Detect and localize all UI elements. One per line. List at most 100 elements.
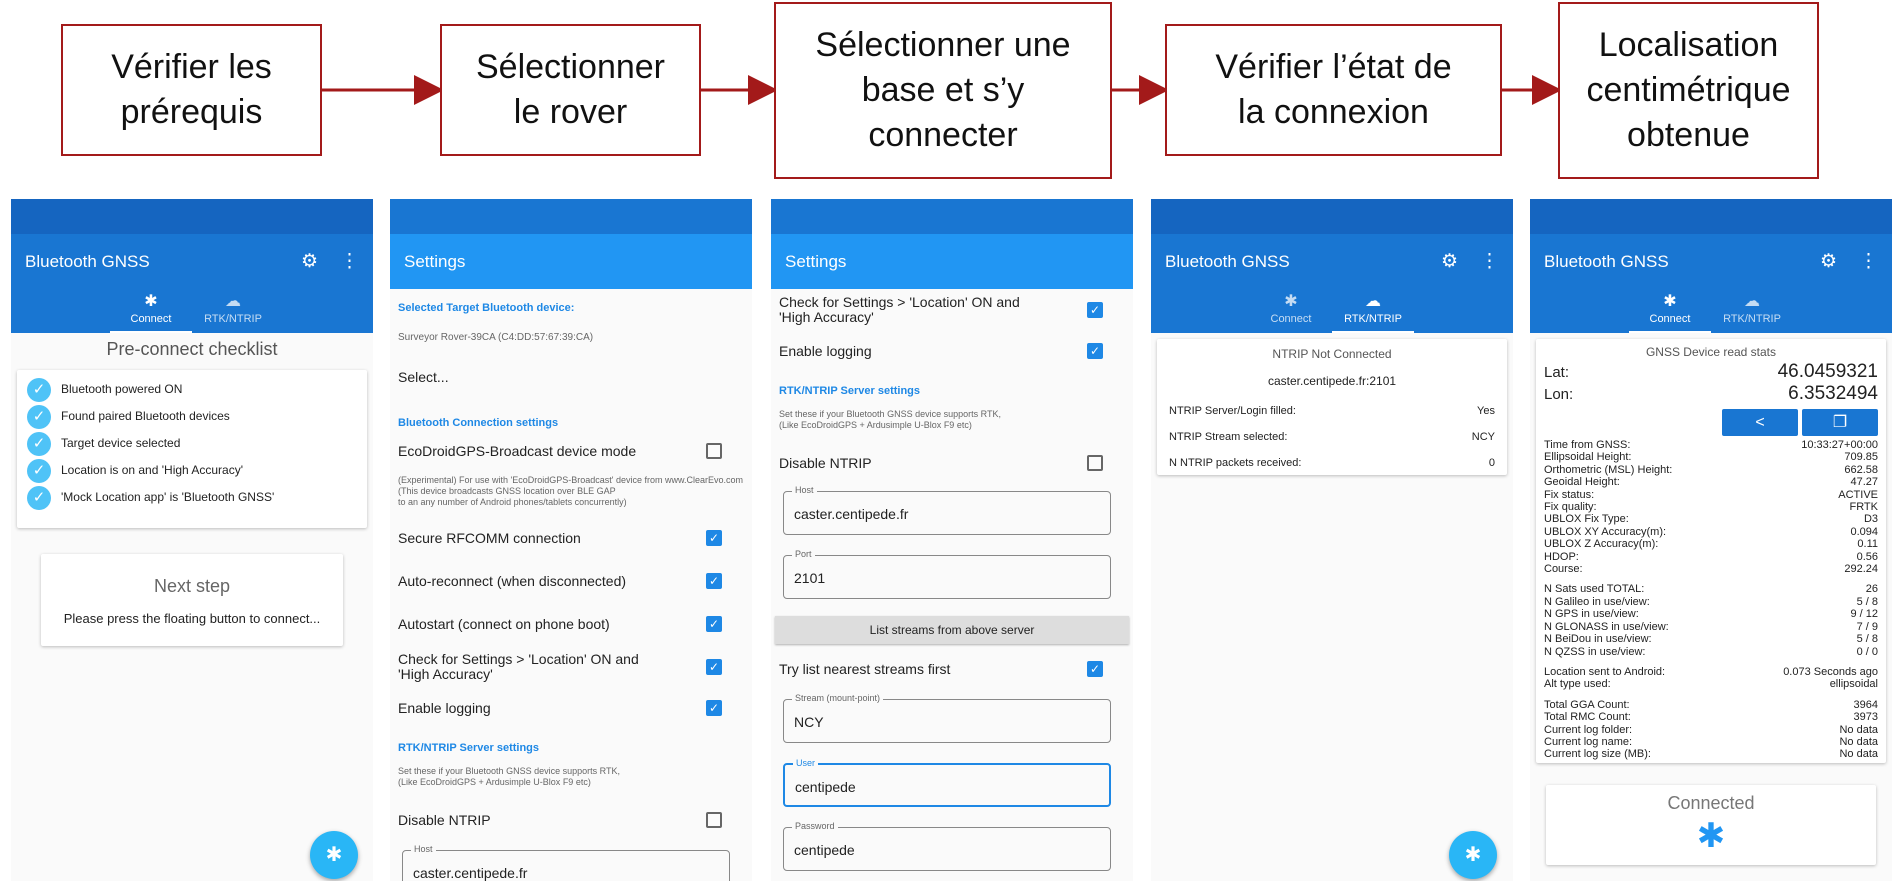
check-location-label: Check for Settings > 'Location' ON and '…: [779, 294, 1020, 325]
password-field[interactable]: Password centipede: [783, 821, 1111, 871]
stat-label: Current log size (MB):: [1544, 748, 1651, 761]
user-field-label: User: [793, 758, 819, 768]
lat-label: Lat:: [1544, 363, 1570, 381]
connect-fab[interactable]: ✱: [1449, 831, 1497, 879]
auto-reconnect-setting[interactable]: Auto-reconnect (when disconnected) ✓: [398, 573, 744, 589]
stat-row: N GLONASS in use/view: 7 / 9: [1544, 621, 1878, 633]
bluetooth-icon: ✱: [1284, 293, 1298, 310]
check-icon: ✓: [27, 378, 51, 402]
secure-rfcomm-label: Secure RFCOMM connection: [398, 530, 581, 546]
ntrip-server: caster.centipede.fr:2101: [1267, 374, 1397, 388]
gear-icon[interactable]: ⚙: [1441, 250, 1458, 273]
try-nearest-setting[interactable]: Try list nearest streams first ✓: [779, 661, 1125, 677]
tab-connect[interactable]: ✱ Connect: [1629, 289, 1711, 333]
ecodroid-setting[interactable]: EcoDroidGPS-Broadcast device mode: [398, 443, 744, 459]
tab-connect[interactable]: ✱ Connect: [110, 289, 192, 333]
stat-row: Current log folder: No data: [1544, 724, 1878, 736]
tab-connect-label: Connect: [1270, 313, 1312, 325]
app-title: Bluetooth GNSS: [1544, 251, 1669, 271]
disable-ntrip-setting[interactable]: Disable NTRIP: [398, 812, 744, 828]
app-title: Bluetooth GNSS: [25, 251, 150, 271]
check-location-setting[interactable]: Check for Settings > 'Location' ON and '…: [398, 652, 744, 682]
stat-label: Current log name:: [1544, 735, 1633, 748]
step-5-box: Localisation centimétrique obtenue: [1558, 2, 1819, 179]
next-step-title: Next step: [153, 576, 231, 596]
check-location-checkbox[interactable]: ✓: [706, 659, 722, 675]
share-button[interactable]: <: [1722, 409, 1798, 436]
stat-label: Course:: [1544, 563, 1583, 576]
tab-rtk-ntrip[interactable]: ☁ RTK/NTRIP: [192, 289, 274, 333]
rtk-section-title: RTK/NTRIP Server settings: [779, 385, 921, 397]
stat-row: Time from GNSS: 10:33:27+00:00: [1544, 439, 1878, 451]
secure-rfcomm-setting[interactable]: Secure RFCOMM connection ✓: [398, 530, 744, 546]
tab-connect[interactable]: ✱ Connect: [1250, 289, 1332, 333]
host-field[interactable]: Host caster.centipede.fr: [402, 844, 730, 881]
try-nearest-checkbox[interactable]: ✓: [1087, 661, 1103, 677]
check-location-checkbox[interactable]: ✓: [1087, 302, 1103, 318]
ntrip-status: NTRIP Not Connected: [1272, 347, 1392, 361]
checklist-item: ✓ Bluetooth powered ON: [27, 378, 357, 405]
ntrip-row-value: NCY: [1471, 431, 1495, 443]
copy-button[interactable]: ❐: [1802, 409, 1878, 436]
enable-logging-checkbox[interactable]: ✓: [1087, 343, 1103, 359]
auto-reconnect-checkbox[interactable]: ✓: [706, 573, 722, 589]
user-field[interactable]: User centipede: [783, 758, 1111, 807]
more-vert-icon[interactable]: ⋮: [1859, 250, 1878, 273]
stat-label: Fix quality:: [1544, 501, 1597, 514]
port-field[interactable]: Port 2101: [783, 549, 1111, 599]
gear-icon[interactable]: ⚙: [301, 250, 318, 273]
bluetooth-icon: ✱: [144, 293, 158, 310]
target-device-label: Selected Target Bluetooth device:: [398, 302, 575, 314]
select-device-button[interactable]: Select...: [398, 369, 744, 385]
stat-value: 26: [1865, 583, 1878, 596]
step-3-box: Sélectionner une base et s’y connecter: [774, 2, 1112, 179]
stat-row: N GPS in use/view: 9 / 12: [1544, 608, 1878, 620]
autostart-setting[interactable]: Autostart (connect on phone boot) ✓: [398, 616, 744, 632]
stats-title: GNSS Device read stats: [1645, 345, 1777, 359]
stream-field[interactable]: Stream (mount-point) NCY: [783, 693, 1111, 743]
cloud-download-icon: ☁: [225, 293, 241, 310]
secure-rfcomm-checkbox[interactable]: ✓: [706, 530, 722, 546]
step-1-box: Vérifier les prérequis: [61, 24, 322, 156]
tab-connect-label: Connect: [1649, 313, 1691, 325]
checklist-item: ✓ Found paired Bluetooth devices: [27, 405, 357, 432]
step-4-box: Vérifier l’état de la connexion: [1165, 24, 1502, 156]
stats-group-sats: N Sats used TOTAL: 26 N Galileo in use/vie…: [1544, 583, 1878, 657]
enable-logging-setting[interactable]: Enable logging ✓: [398, 700, 744, 716]
enable-logging-label: Enable logging: [779, 343, 872, 359]
check-location-setting[interactable]: Check for Settings > 'Location' ON and '…: [779, 295, 1125, 325]
stat-row: UBLOX Fix Type: D3: [1544, 513, 1878, 525]
password-field-value: centipede: [794, 842, 855, 858]
rtk-section-title: RTK/NTRIP Server settings: [398, 742, 540, 754]
check-icon: ✓: [27, 405, 51, 429]
stat-row: UBLOX Z Accuracy(m): 0.11: [1544, 538, 1878, 550]
disable-ntrip-setting[interactable]: Disable NTRIP: [779, 455, 1125, 471]
enable-logging-checkbox[interactable]: ✓: [706, 700, 722, 716]
autostart-checkbox[interactable]: ✓: [706, 616, 722, 632]
gear-icon[interactable]: ⚙: [1820, 250, 1837, 273]
host-field[interactable]: Host caster.centipede.fr: [783, 485, 1111, 535]
ntrip-status-card: NTRIP Not Connected caster.centipede.fr:…: [1157, 339, 1507, 475]
stat-row: Geoidal Height: 47.27: [1544, 476, 1878, 488]
gnss-stats-card: GNSS Device read stats Lat: 46.0459321 Lo…: [1536, 339, 1886, 763]
password-field-label: Password: [792, 821, 838, 831]
disable-ntrip-checkbox[interactable]: [1087, 455, 1103, 471]
stat-row: Total RMC Count: 3973: [1544, 711, 1878, 723]
status-bar: [1530, 199, 1892, 234]
auto-reconnect-label: Auto-reconnect (when disconnected): [398, 573, 627, 589]
connect-fab[interactable]: ✱: [310, 831, 358, 879]
more-vert-icon[interactable]: ⋮: [340, 250, 359, 273]
tab-rtk-ntrip[interactable]: ☁ RTK/NTRIP: [1711, 289, 1793, 333]
tab-rtk-ntrip[interactable]: ☁ RTK/NTRIP: [1332, 289, 1414, 333]
stat-label: Geoidal Height:: [1544, 476, 1620, 489]
stat-row: N BeiDou in use/view: 5 / 8: [1544, 633, 1878, 645]
ecodroid-checkbox[interactable]: [706, 443, 722, 459]
app-bar: Settings: [390, 234, 752, 289]
disable-ntrip-label: Disable NTRIP: [779, 455, 872, 471]
tab-connect-label: Connect: [130, 313, 172, 325]
list-streams-button[interactable]: List streams from above server: [775, 616, 1129, 644]
enable-logging-setting[interactable]: Enable logging ✓: [779, 343, 1125, 359]
more-vert-icon[interactable]: ⋮: [1480, 250, 1499, 273]
disable-ntrip-checkbox[interactable]: [706, 812, 722, 828]
checklist-item: ✓ 'Mock Location app' is 'Bluetooth GNSS': [27, 486, 357, 513]
